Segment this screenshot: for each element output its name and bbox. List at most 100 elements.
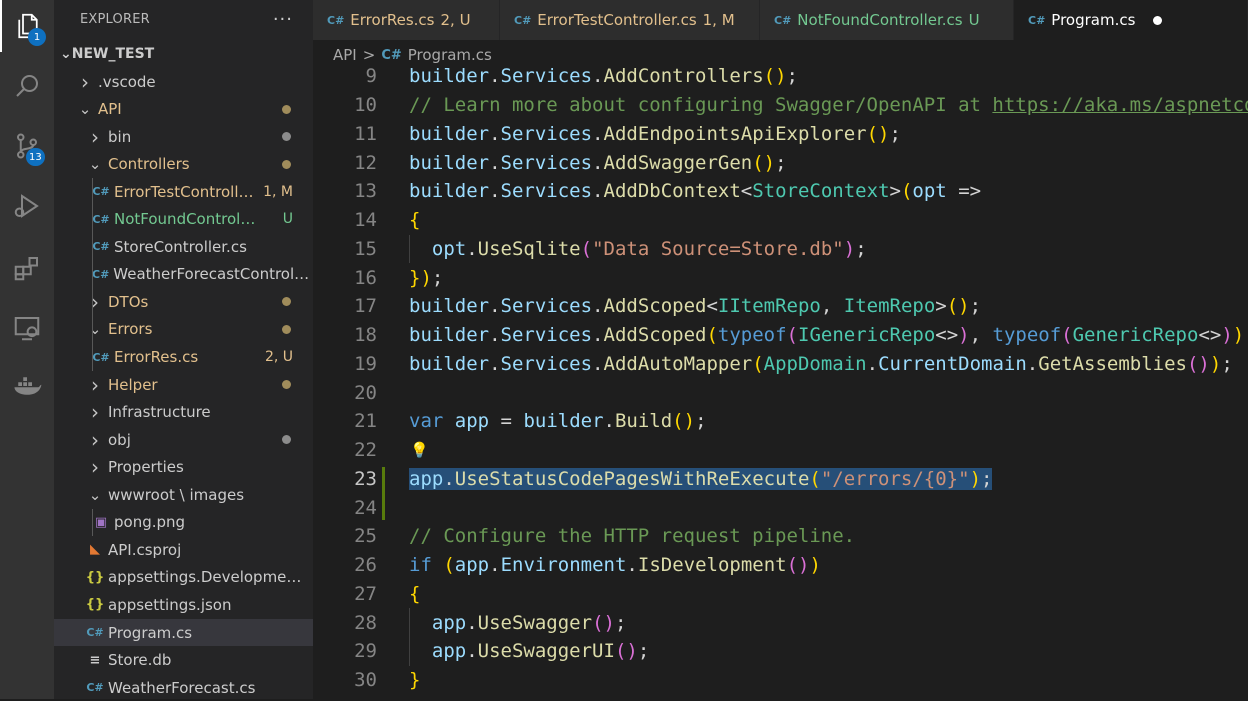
code-token: Services (500, 180, 593, 203)
code-token: <> (1198, 324, 1222, 347)
code-token: opt (431, 237, 467, 260)
code-token: ; (889, 122, 901, 145)
code-line[interactable]: 23 app.UseStatusCodePagesWithReExecute("/… (313, 465, 1248, 494)
docker-icon[interactable] (0, 360, 54, 412)
tab-program-cs[interactable]: C# Program.cs (1014, 0, 1248, 40)
code-text: // Configure the HTTP request pipeline. (409, 525, 855, 547)
breadcrumb-folder[interactable]: API (333, 46, 357, 64)
tab-notfoundcontroller-cs[interactable]: C# NotFoundController.cs U (760, 0, 1014, 40)
csharp-file-icon: C# (327, 13, 345, 27)
code-token: < (740, 180, 753, 203)
code-line[interactable]: 18 builder.Services.AddScoped(typeof(IGen… (313, 321, 1248, 350)
search-icon[interactable] (0, 60, 54, 112)
code-text: builder.Services.AddEndpointsApiExplorer… (409, 123, 901, 145)
tree-row[interactable]: ◣ API.csproj (54, 536, 313, 563)
tree-row[interactable]: ≡ Store.db (54, 647, 313, 674)
explorer-header: EXPLORER ··· (54, 0, 313, 38)
tree-row[interactable]: ⌄ wwwroot \ images (54, 481, 313, 508)
tree-row[interactable]: › .vscode (54, 68, 313, 95)
chevron-right-icon: › (91, 427, 99, 452)
workspace-root[interactable]: ⌄ NEW_TEST (54, 40, 313, 67)
tab-label: ErrorTestController.cs (537, 11, 697, 29)
tree-item-label: DTOs (108, 292, 149, 311)
code-token: ; (981, 467, 993, 490)
code-line[interactable]: 10 // Learn more about configuring Swagge… (313, 91, 1248, 120)
code-line[interactable]: 27 { (313, 580, 1248, 609)
code-line[interactable]: 21 var app = builder.Build(); (313, 407, 1248, 436)
code-line[interactable]: 28 app.UseSwagger(); (313, 608, 1248, 637)
breadcrumb-file[interactable]: Program.cs (408, 46, 492, 64)
code-line[interactable]: 16}); (313, 263, 1248, 292)
tree-row[interactable]: {}appsettings.Development.json (54, 564, 313, 591)
code-line[interactable]: 14 { (313, 206, 1248, 235)
code-token: app (409, 467, 444, 490)
code-line[interactable]: 13 builder.Services.AddDbContext<StoreCon… (313, 177, 1248, 206)
chevron-right-icon: › (91, 372, 99, 397)
code-token: < (706, 295, 718, 318)
code-line[interactable]: 25 // Configure the HTTP request pipeline… (313, 522, 1248, 551)
code-token: . (466, 237, 478, 260)
code-token: StoreContext (752, 180, 890, 203)
code-line[interactable]: 9 builder.Services.AddControllers(); (313, 66, 1248, 91)
code-line[interactable]: 19 builder.Services.AddAutoMapper(AppDoma… (313, 350, 1248, 379)
project-file-icon: ◣ (90, 542, 100, 558)
line-number: 17 (354, 295, 377, 318)
source-control-icon[interactable]: 13 (0, 120, 54, 172)
chevron-down-icon: ⌄ (78, 100, 92, 119)
code-token: }) (409, 266, 432, 289)
code-line[interactable]: 29 app.UseSwaggerUI(); (313, 637, 1248, 666)
code-line[interactable]: 26 if (app.Environment.IsDevelopment()) (313, 551, 1248, 580)
tree-row[interactable]: ⌄ Controllers (54, 151, 313, 178)
tree-row[interactable]: ⌄ API (54, 96, 313, 123)
code-token: IItemRepo (717, 295, 821, 318)
tree-row[interactable]: › Helper (54, 371, 313, 398)
line-number: 23 (354, 467, 377, 490)
tree-row[interactable]: {} appsettings.json (54, 591, 313, 618)
code-token: ( (900, 180, 913, 203)
tab-errorres-cs[interactable]: C# ErrorRes.cs 2, U (313, 0, 500, 40)
code-token: . (489, 151, 501, 174)
explorer-icon[interactable]: 1 (0, 0, 54, 52)
code-token: . (489, 352, 501, 375)
code-line[interactable]: 12 builder.Services.AddSwaggerGen(); (313, 148, 1248, 177)
code-token: ) (969, 467, 982, 490)
unsaved-changes-dot[interactable] (1153, 15, 1163, 25)
tree-row[interactable]: › Infrastructure (54, 399, 313, 426)
modified-dot (282, 435, 291, 445)
line-number: 15 (354, 237, 377, 260)
tab-errortestcontroller-cs[interactable]: C# ErrorTestController.cs 1, M (500, 0, 760, 40)
code-editor[interactable]: 9 builder.Services.AddControllers(); 10 // … (313, 66, 1248, 699)
extensions-icon[interactable] (0, 242, 54, 294)
code-token: builder (409, 151, 490, 174)
tree-row[interactable]: › bin (54, 123, 313, 150)
code-token: // Learn more about configuring Swagger/… (409, 94, 993, 117)
code-token: var (409, 410, 444, 433)
code-line[interactable]: 30} (313, 666, 1248, 695)
csharp-file-icon: C# (92, 350, 110, 364)
code-token: "Data Source=Store.db" (592, 237, 844, 260)
code-token: () (752, 151, 776, 174)
tree-row[interactable]: › obj (54, 426, 313, 453)
modified-dot (282, 324, 291, 334)
remote-explorer-icon[interactable] (0, 302, 54, 354)
tree-row[interactable]: C# Program.cs (54, 619, 313, 646)
run-debug-icon[interactable] (0, 180, 54, 232)
code-line[interactable]: 20 (313, 378, 1248, 407)
code-line[interactable]: 17 builder.Services.AddScoped<IItemRepo, … (313, 292, 1248, 321)
tree-row[interactable]: › Properties (54, 454, 313, 481)
code-line[interactable]: 11 builder.Services.AddEndpointsApiExplor… (313, 120, 1248, 149)
code-token: . (1026, 352, 1039, 375)
code-line[interactable]: 22 💡 (313, 436, 1248, 465)
code-line[interactable]: 15 opt.UseSqlite("Data Source=Store.db")… (313, 235, 1248, 264)
code-token: AddDbContext (603, 180, 741, 203)
code-line[interactable]: 24 (313, 493, 1248, 522)
code-token: app (454, 410, 490, 433)
line-number: 10 (354, 94, 377, 117)
tree-row[interactable]: C# WeatherForecast.cs (54, 674, 313, 701)
code-token: () (763, 66, 787, 88)
code-token: AddSwaggerGen (603, 151, 753, 174)
code-token: . (626, 554, 638, 577)
lightbulb-icon[interactable]: 💡 (410, 441, 429, 459)
more-actions-button[interactable]: ··· (273, 9, 293, 30)
